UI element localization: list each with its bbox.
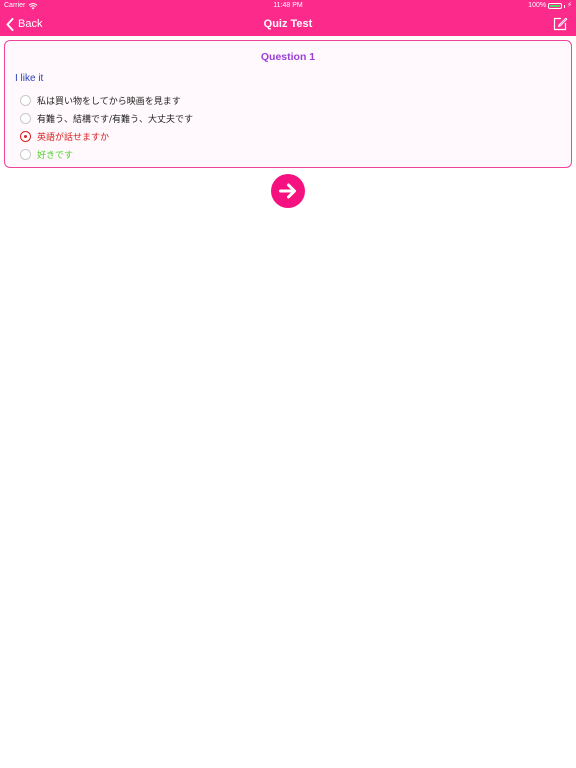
radio-button[interactable] xyxy=(20,130,31,142)
radio-button[interactable] xyxy=(20,112,31,124)
battery-percent: 100% xyxy=(528,2,547,9)
chevron-left-icon xyxy=(6,17,14,31)
battery-icon xyxy=(548,3,563,9)
edit-button[interactable] xyxy=(552,16,568,32)
option-label: 有難う、結構です/有難う、大丈夫です xyxy=(37,114,194,125)
answer-option[interactable]: 好きです xyxy=(20,147,73,161)
option-label: 英語が話せますか xyxy=(37,132,110,143)
option-label: 私は買い物をしてから映画を見ます xyxy=(37,96,181,107)
quiz-card: Question 1 I like it 私は買い物をしてから映画を見ます 有難… xyxy=(4,40,572,168)
question-title: Question 1 xyxy=(260,51,316,63)
status-time: 11:48 PM xyxy=(273,2,303,9)
option-label: 好きです xyxy=(37,150,74,161)
edit-icon xyxy=(553,17,568,31)
battery-nub xyxy=(564,4,566,8)
radio-button[interactable] xyxy=(20,94,31,106)
back-label: Back xyxy=(18,18,43,30)
answer-option[interactable]: 私は買い物をしてから映画を見ます xyxy=(20,93,181,107)
page-title: Quiz Test xyxy=(263,18,313,30)
answer-option[interactable]: 英語が話せますか xyxy=(20,129,109,143)
battery-group: 100% ⚡ xyxy=(528,0,572,12)
answer-option[interactable]: 有難う、結構です/有難う、大丈夫です xyxy=(20,111,193,125)
status-bar: Carrier 11:48 PM 100% ⚡ xyxy=(0,0,576,12)
radio-button[interactable] xyxy=(20,148,31,160)
navbar: Back Quiz Test xyxy=(0,12,576,36)
back-button[interactable]: Back xyxy=(6,14,42,34)
question-text: I like it xyxy=(15,73,44,84)
header: Carrier 11:48 PM 100% ⚡ Back Quiz Test xyxy=(0,0,576,36)
charge-icon: ⚡ xyxy=(567,2,572,9)
arrow-right-icon xyxy=(279,183,296,199)
next-button[interactable] xyxy=(271,174,305,208)
